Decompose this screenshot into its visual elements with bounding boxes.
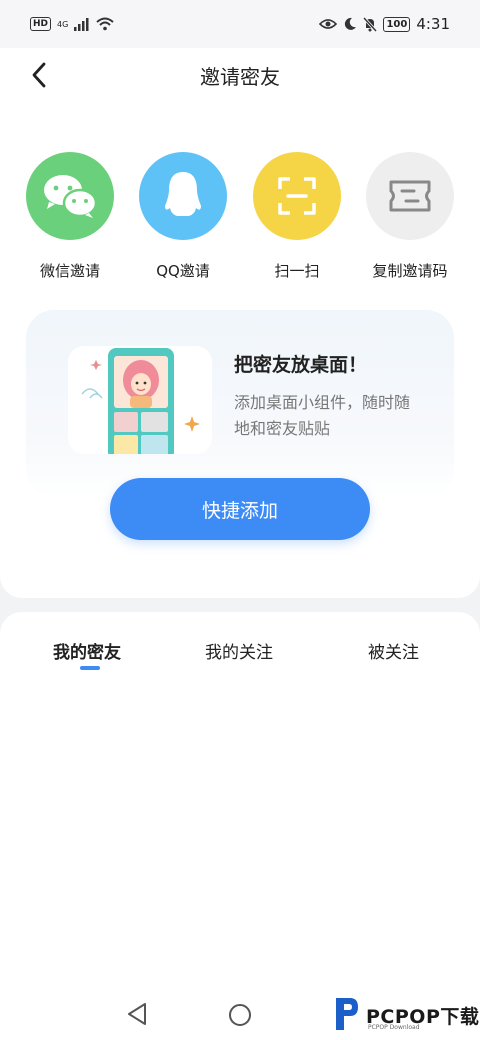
network-type: 4G — [57, 19, 69, 29]
nav-home-button[interactable] — [229, 1004, 251, 1026]
widget-illustration — [68, 346, 212, 454]
status-time: 4:31 — [416, 15, 450, 33]
qq-invite-button[interactable]: QQ邀请 — [123, 152, 243, 281]
page-title: 邀请密友 — [200, 65, 280, 89]
nav-back-button[interactable] — [126, 1002, 148, 1030]
wechat-circle — [26, 152, 114, 240]
hd-icon: HD — [30, 17, 52, 31]
widget-description: 添加桌面小组件，随时随地和密友贴贴 — [234, 393, 411, 438]
widget-title: 把密友放桌面！ — [234, 354, 368, 376]
qq-circle — [139, 152, 227, 240]
copy-invite-code-button[interactable]: 复制邀请码 — [350, 152, 470, 281]
widget-promo-card: 把密友放桌面！ 添加桌面小组件，随时随地和密友贴贴 — [26, 310, 454, 498]
scan-button[interactable]: 扫一扫 — [237, 152, 357, 281]
qq-icon — [165, 172, 201, 216]
status-right: 100 4:31 — [319, 15, 450, 33]
moon-icon — [345, 17, 357, 30]
copy-code-label: 复制邀请码 — [372, 262, 448, 280]
wechat-invite-label: 微信邀请 — [39, 262, 100, 280]
eye-icon — [319, 19, 338, 29]
mute-bell-icon — [363, 16, 378, 32]
scan-icon — [278, 177, 316, 215]
ticket-icon — [389, 180, 431, 212]
tab-my-friends[interactable]: 我的密友 — [53, 638, 121, 663]
active-tab-indicator — [80, 666, 100, 670]
wechat-invite-button[interactable]: 微信邀请 — [10, 152, 130, 281]
triangle-back-icon — [128, 1003, 146, 1025]
header: 邀请密友 — [0, 48, 480, 100]
phone-widget-illustration — [81, 348, 200, 454]
status-left: HD 4G — [30, 17, 114, 31]
qq-invite-label: QQ邀请 — [156, 262, 210, 280]
scan-label: 扫一扫 — [274, 262, 320, 280]
invite-actions: 微信邀请 QQ邀请 扫一扫 复制邀请码 — [0, 152, 480, 292]
signal-icon — [74, 17, 89, 31]
copy-code-circle — [366, 152, 454, 240]
status-bar: HD 4G 100 4:31 — [0, 0, 480, 48]
tab-my-following[interactable]: 我的关注 — [205, 638, 273, 663]
top-card: 邀请密友 微信邀请 QQ邀请 扫一扫 复制邀请码 把密友放桌面！ 添加桌面小组件… — [0, 48, 480, 598]
scan-circle — [253, 152, 341, 240]
tab-followers[interactable]: 被关注 — [368, 638, 419, 663]
watermark: PCPOP下载 PCPOP Download — [332, 996, 480, 1036]
wifi-icon — [96, 17, 114, 31]
watermark-sub: PCPOP Download — [368, 1024, 420, 1031]
wechat-icon — [44, 175, 98, 218]
pcpop-logo-icon — [336, 998, 358, 1030]
friends-tabs-card: 我的密友 我的关注 被关注 — [0, 612, 480, 1002]
quick-add-button[interactable]: 快捷添加 — [110, 478, 370, 540]
battery-icon: 100 — [383, 16, 411, 32]
